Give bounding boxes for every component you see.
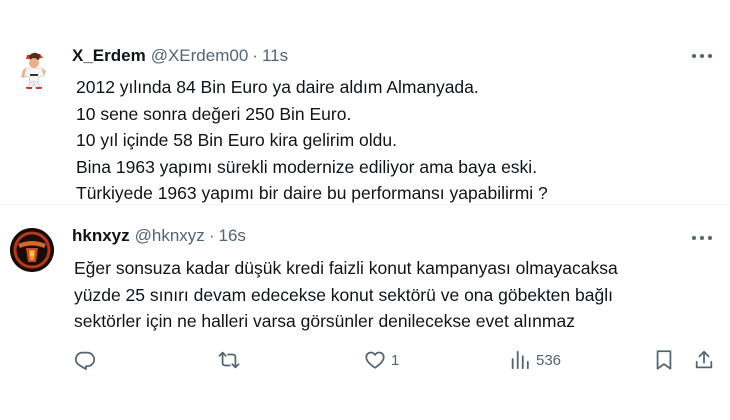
tweet-header: hknxyz @hknxyz · 16s [72,226,246,246]
tweet-x-erdem[interactable]: X_Erdem @XErdem00 · 11s 2012 yılında 84 … [0,0,730,205]
handle[interactable]: @XErdem00 [151,46,249,66]
like-count: 1 [391,351,400,369]
bookmark-icon [656,350,672,370]
retweet-button[interactable] [218,342,245,378]
tweet-line: Türkiyede 1963 yapımı bir daire bu perfo… [76,183,548,204]
emblem-avatar-icon [10,228,54,272]
share-button[interactable] [693,342,715,378]
tweet-line: Eğer sonsuza kadar düşük kredi faizli ko… [74,258,618,278]
tweet-line: sektörler için ne halleri varsa görsünle… [74,311,575,332]
character-avatar-icon [12,46,56,90]
avatar[interactable] [10,228,54,272]
timestamp[interactable]: 16s [218,226,245,246]
bookmark-button[interactable] [653,342,675,378]
heart-icon [365,351,385,369]
retweet-icon [218,351,240,369]
tweet-line: 10 sene sonra değeri 250 Bin Euro. [76,103,352,124]
tweet-header: X_Erdem @XErdem00 · 11s [72,46,288,66]
share-icon [695,350,713,369]
more-icon[interactable] [688,228,716,248]
display-name[interactable]: hknxyz [72,226,130,246]
views-button[interactable]: 536 [509,342,561,378]
view-count: 536 [536,351,562,369]
avatar[interactable] [12,46,56,90]
tweet-hknxyz[interactable]: hknxyz @hknxyz · 16s Eğer sonsuza kadar … [0,206,730,420]
views-icon [511,350,529,370]
separator: · [208,226,215,245]
like-button[interactable]: 1 [364,342,399,378]
tweet-text: 2012 yılında 84 Bin Euro ya daire aldım … [76,74,716,207]
tweet-line: yüzde 25 sınırı devam edecekse konut sek… [74,284,613,305]
reply-button[interactable] [74,342,101,378]
more-icon[interactable] [688,46,716,66]
display-name[interactable]: X_Erdem [72,46,146,66]
tweet-line: 10 yıl içinde 58 Bin Euro kira gelirim o… [76,130,397,151]
tweet-line: Bina 1963 yapımı sürekli modernize edili… [76,156,538,177]
handle[interactable]: @hknxyz [135,226,205,246]
separator: · [252,46,258,65]
tweet-line: 2012 yılında 84 Bin Euro ya daire aldım … [76,77,479,97]
timestamp[interactable]: 11s [262,46,288,66]
reply-icon [74,351,96,371]
tweet-text: Eğer sonsuza kadar düşük kredi faizli ko… [74,255,714,335]
tweet-actions: 1 536 [0,342,730,378]
